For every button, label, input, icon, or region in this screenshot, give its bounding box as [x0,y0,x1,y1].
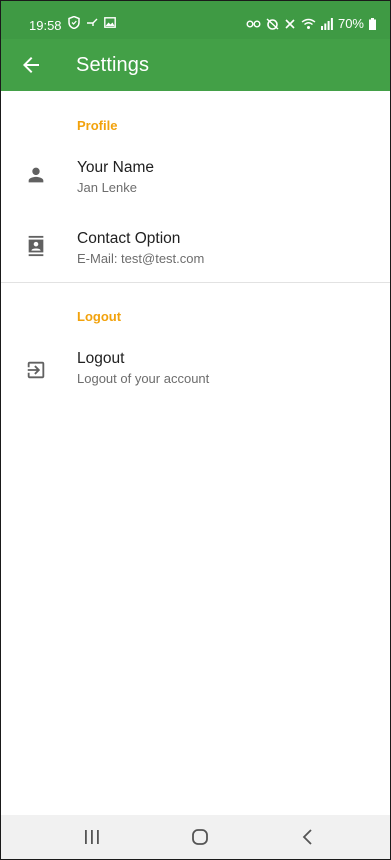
signal-icon [320,17,333,30]
section-divider [1,282,390,283]
contact-card-icon [28,235,44,257]
back-icon[interactable] [295,825,321,849]
alarm-icon [266,17,279,30]
pref-summary: Jan Lenke [77,180,137,195]
pref-title: Your Name [77,159,154,176]
pref-title: Logout [77,350,125,367]
status-bar: 19:58 70% [1,1,390,39]
home-icon[interactable] [187,825,213,849]
shield-icon [68,16,80,29]
pref-logout[interactable]: Logout Logout of your account [1,338,390,398]
app-bar: Settings [1,39,390,91]
pref-title: Contact Option [77,230,181,247]
battery-percentage: 70% [337,16,364,31]
pref-summary: Logout of your account [77,371,210,386]
status-time: 19:58 [29,18,62,33]
vpn-key-icon [246,20,261,27]
pref-your-name[interactable]: Your Name Jan Lenke [1,147,390,207]
mute-icon [285,18,295,29]
screen: 19:58 70% Settings Profile Your Name Jan… [0,0,391,860]
status-right-icons: 70% [246,16,376,31]
image-icon [104,17,116,28]
wifi-icon [301,18,316,29]
key-icon [87,18,98,26]
battery-icon [369,17,376,30]
status-left-icons [68,16,116,29]
logout-icon [27,361,45,379]
person-icon [28,167,44,183]
recent-apps-icon[interactable] [79,825,105,849]
section-header-profile: Profile [77,118,118,133]
page-title: Settings [76,54,150,76]
section-header-logout: Logout [77,309,122,324]
arrow-back-icon[interactable] [19,53,43,77]
pref-summary: E-Mail: test@test.com [77,251,205,266]
system-nav-bar [1,815,390,859]
pref-contact-option[interactable]: Contact Option E-Mail: test@test.com [1,218,390,278]
